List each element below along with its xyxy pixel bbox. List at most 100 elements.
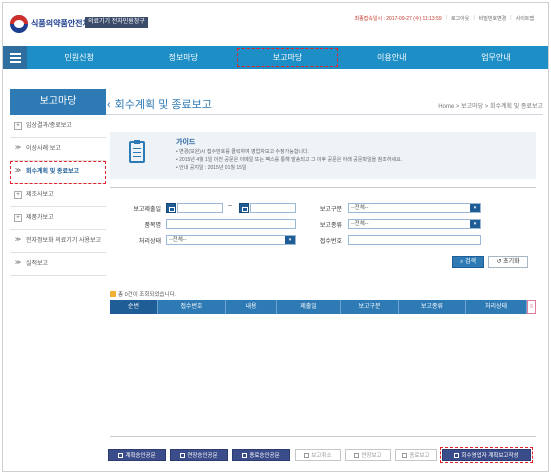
- column-header-report-kind[interactable]: 보고종류: [399, 300, 466, 314]
- recall-plan-write-button[interactable]: 회수영업자 계획보고작성: [440, 447, 533, 463]
- receipt-number-input[interactable]: [348, 235, 481, 245]
- org-name[interactable]: 식품의약품안전처: [31, 18, 90, 29]
- sidebar-item-label: 전자정보화 의료기기 사용보고: [26, 238, 102, 244]
- document-icon: [354, 453, 360, 458]
- sidebar-item-product-price-report[interactable]: + 제품가보고: [10, 207, 106, 230]
- date-range-separator: ~: [228, 203, 233, 210]
- report-kind-select[interactable]: --전체-- ▾: [348, 219, 481, 229]
- report-kind-label: 보고종류: [319, 223, 342, 229]
- main-nav-menu: 민원신청 정보마당 보고마당 이용안내 업무안내: [27, 46, 548, 69]
- extension-report-button[interactable]: 연장보고: [345, 449, 391, 461]
- sidebar-item-label: 회수계획 및 종료보고: [26, 169, 80, 175]
- reset-button[interactable]: ↺ 초기화: [488, 256, 528, 268]
- sidebar-item-label: 실적보고: [26, 261, 49, 267]
- sidebar-item-label: 이상사례 보고: [26, 146, 61, 152]
- calendar-icon[interactable]: [166, 203, 176, 213]
- double-chevron-icon: ≫: [14, 260, 22, 266]
- results-table-header: 순번 접수번호 내용 제출일 보고구분 보고종류 처리상태 ≡: [110, 300, 536, 314]
- sidebar-title: 보고마당: [10, 89, 106, 115]
- sitemap-link[interactable]: 사이트맵: [516, 15, 534, 22]
- document-icon: [118, 453, 124, 458]
- cancel-icon: [304, 453, 310, 458]
- expand-icon: +: [14, 122, 22, 130]
- guide-text: • 변경(보완)시 접수번호를 클릭하여 영업자보고 수정가능합니다. • 20…: [176, 148, 402, 172]
- column-header-receipt-no[interactable]: 접수번호: [158, 300, 226, 314]
- sidebar-item-manufacturer-report[interactable]: + 제조사보고: [10, 184, 106, 207]
- status-select[interactable]: --전체-- ▾: [166, 235, 296, 245]
- guide-line: • 2015년 4월 1일 이전 공문은 이메일 또는 팩스를 통해 발송되고 …: [176, 157, 403, 163]
- sidebar-item-performance-report[interactable]: ≫ 실적보고: [10, 253, 106, 276]
- extension-approval-doc-button[interactable]: 연장승인공문: [170, 449, 228, 461]
- nav-item-business[interactable]: 업무안내: [444, 46, 548, 69]
- plan-approval-doc-button[interactable]: 계획승인공문: [108, 449, 166, 461]
- report-date-to-input[interactable]: [250, 203, 296, 213]
- expand-icon: +: [14, 191, 22, 199]
- results-table-body: [110, 314, 536, 437]
- sidebar-item-electronic-device-report[interactable]: ≫ 전자정보화 의료기기 사용보고: [10, 230, 106, 253]
- sidebar-item-label: 제품가보고: [26, 215, 54, 221]
- form-divider: [110, 187, 536, 188]
- calendar-icon[interactable]: [239, 203, 249, 213]
- chevron-left-icon[interactable]: ‹: [107, 99, 111, 111]
- double-chevron-icon: ≫: [14, 237, 22, 243]
- double-chevron-icon: ≫: [14, 145, 22, 151]
- nav-item-report[interactable]: 보고마당: [235, 46, 339, 69]
- refresh-icon: ↺: [496, 259, 502, 265]
- top-header: 식품의약품안전처 의료기기 전자민원창구 최종접속일시 : 2017-09-27…: [3, 3, 548, 45]
- document-icon: [180, 453, 186, 458]
- column-header-submit-date[interactable]: 제출일: [277, 300, 341, 314]
- document-icon: [402, 453, 408, 458]
- report-date-label: 보고제출일: [133, 207, 161, 213]
- breadcrumb: Home > 보고마당 > 회수계획 및 종료보고: [438, 104, 543, 110]
- page-frame: 식품의약품안전처 의료기기 전자민원창구 최종접속일시 : 2017-09-27…: [2, 2, 549, 472]
- search-button[interactable]: ⌕ 검색: [452, 256, 484, 268]
- product-name-label: 품목명: [144, 223, 161, 229]
- expand-icon: +: [14, 214, 22, 222]
- guide-title: 가이드: [176, 139, 196, 146]
- document-icon: [242, 453, 248, 458]
- guide-box: 가이드 • 변경(보완)시 접수번호를 클릭하여 영업자보고 수정가능합니다. …: [110, 132, 536, 179]
- receipt-number-label: 접수번호: [319, 239, 342, 245]
- sidebar-item-label: 임상결과/종료보고: [26, 123, 72, 129]
- page-header: ‹ 회수계획 및 종료보고 Home > 보고마당 > 회수계획 및 종료보고: [106, 93, 543, 115]
- info-icon: [110, 291, 116, 297]
- product-name-input[interactable]: [166, 219, 296, 229]
- completion-approval-doc-button[interactable]: 종료승인공문: [232, 449, 290, 461]
- completion-report-button[interactable]: 종료보고: [395, 449, 437, 461]
- column-menu-icon[interactable]: ≡: [527, 300, 536, 314]
- menu-icon[interactable]: [3, 46, 27, 69]
- main-nav: 민원신청 정보마당 보고마당 이용안내 업무안내: [3, 46, 548, 69]
- clipboard-icon: [129, 140, 145, 163]
- column-header-status[interactable]: 처리상태: [466, 300, 527, 314]
- report-date-from-input[interactable]: [177, 203, 223, 213]
- report-type-label: 보고구분: [319, 207, 342, 213]
- double-chevron-icon: ≫: [14, 168, 22, 174]
- page-title: ‹ 회수계획 및 종료보고: [107, 99, 212, 111]
- logout-link[interactable]: 로그아웃: [451, 15, 469, 22]
- government-logo-icon[interactable]: [10, 15, 28, 33]
- guide-line: • 안내 공지일 : 2015년 01월 15일: [176, 165, 247, 171]
- search-icon: ⌕: [459, 259, 464, 265]
- site-badge[interactable]: 의료기기 전자민원창구: [85, 17, 148, 28]
- column-header-report-type[interactable]: 보고구분: [341, 300, 399, 314]
- guide-line: • 변경(보완)시 접수번호를 클릭하여 영업자보고 수정가능합니다.: [176, 149, 310, 155]
- chevron-down-icon: ▾: [470, 220, 480, 228]
- report-type-select[interactable]: --전체-- ▾: [348, 203, 481, 213]
- sidebar-menu: + 임상결과/종료보고 ≫ 이상사례 보고 ≫ 회수계획 및 종료보고 + 제조…: [10, 115, 106, 276]
- nav-item-apply[interactable]: 민원신청: [27, 46, 131, 69]
- nav-item-info[interactable]: 정보마당: [131, 46, 235, 69]
- sidebar-item-clinical-result[interactable]: + 임상결과/종료보고: [10, 115, 106, 138]
- nav-item-guide[interactable]: 이용안내: [340, 46, 444, 69]
- sidebar-item-adverse-event[interactable]: ≫ 이상사례 보고: [10, 138, 106, 161]
- edit-icon: [454, 453, 460, 458]
- chevron-down-icon: ▾: [470, 204, 480, 212]
- cancel-report-button[interactable]: 보고취소: [295, 449, 341, 461]
- status-label: 처리상태: [138, 239, 161, 245]
- column-header-no[interactable]: 순번: [110, 300, 158, 314]
- sidebar-item-recall-plan[interactable]: ≫ 회수계획 및 종료보고: [10, 161, 106, 184]
- last-login-info: 최종접속일시 : 2017-09-27 (수) 11:13:59: [354, 16, 442, 22]
- result-count: 총 0건이 조회되었습니다.: [110, 290, 176, 298]
- column-header-content[interactable]: 내용: [226, 300, 277, 314]
- change-password-link[interactable]: 비밀번호변경: [479, 15, 507, 22]
- sidebar-item-label: 제조사보고: [26, 192, 54, 198]
